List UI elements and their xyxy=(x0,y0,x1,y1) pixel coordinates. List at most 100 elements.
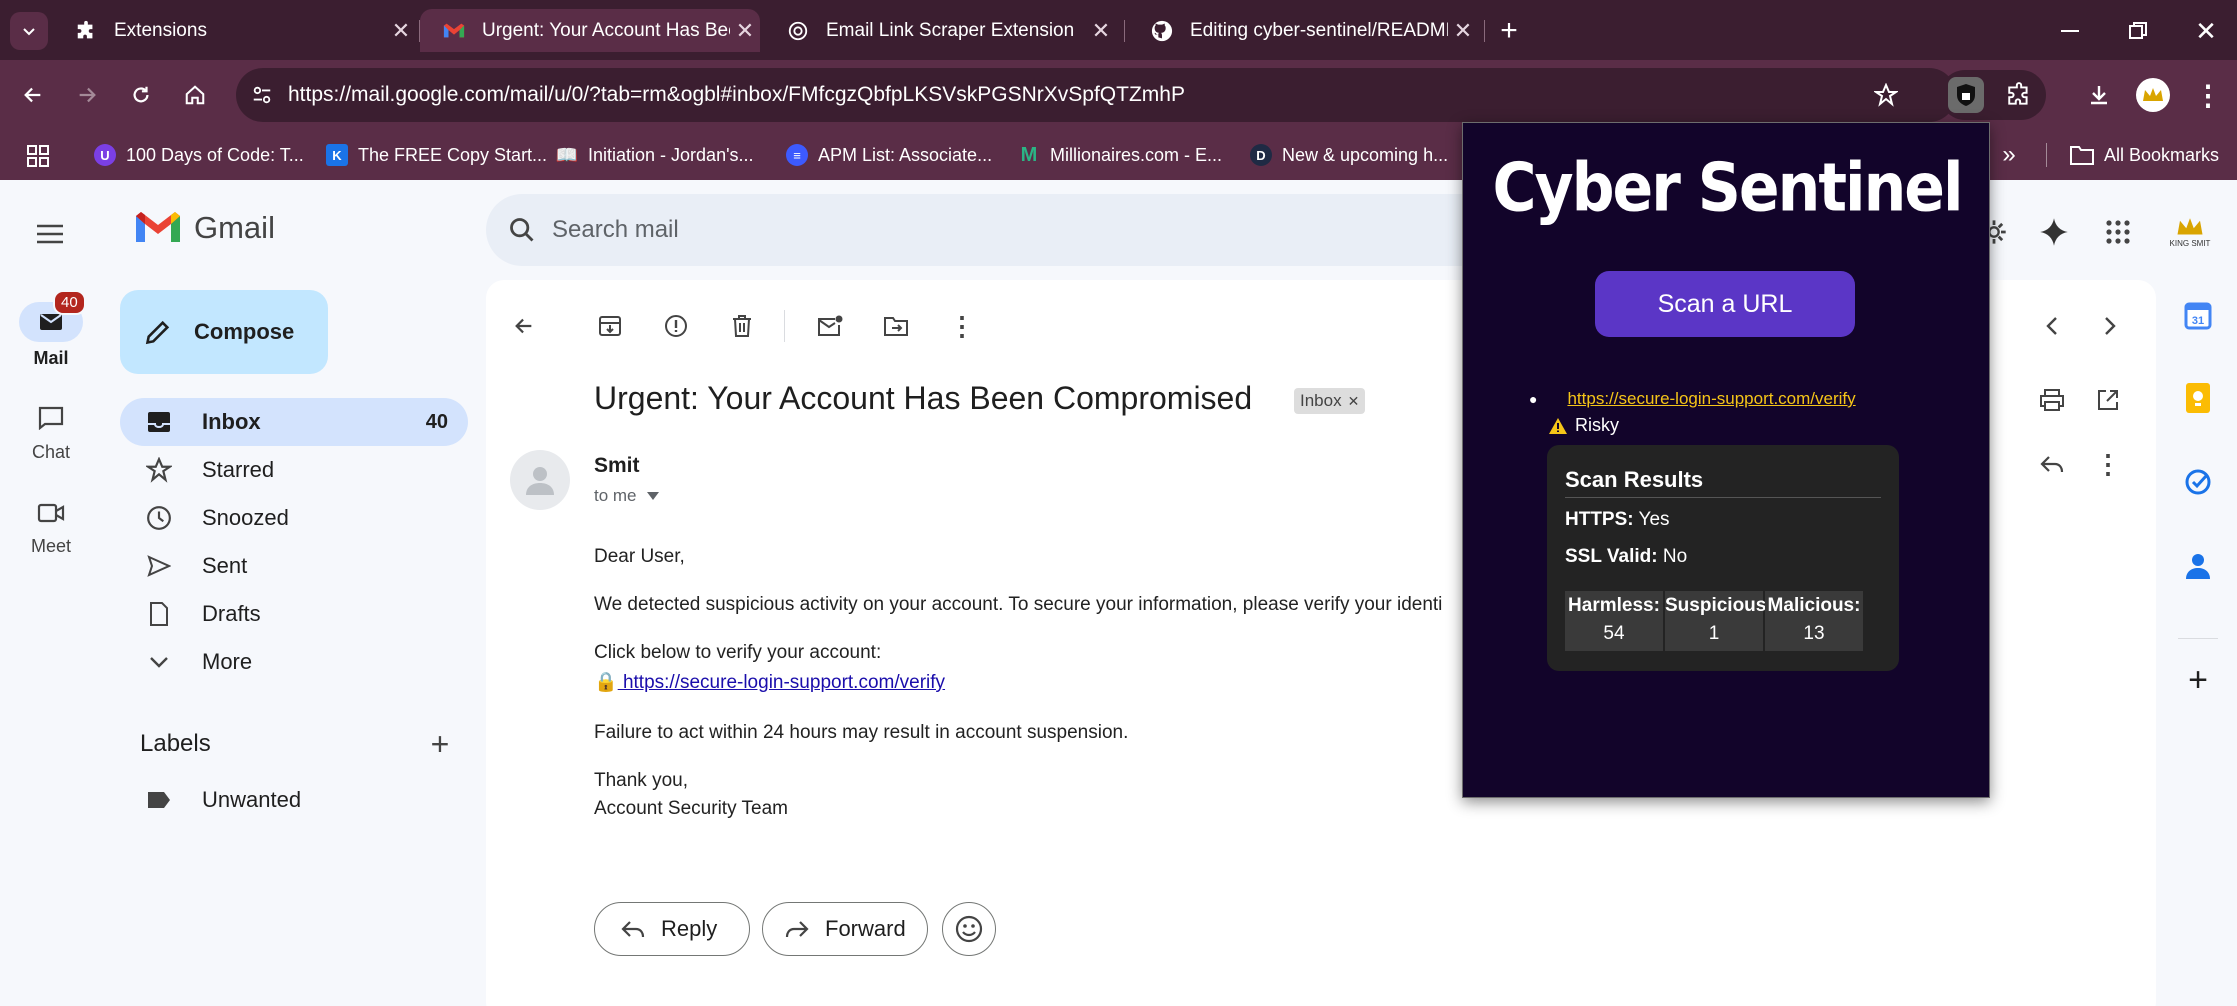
gmail-icon xyxy=(442,19,466,43)
create-label-button[interactable]: + xyxy=(424,726,456,762)
rail-chat[interactable]: Chat xyxy=(0,406,102,463)
close-icon[interactable]: ✕ xyxy=(1448,18,1478,44)
close-icon[interactable]: ✕ xyxy=(1086,18,1116,44)
compose-button[interactable]: Compose xyxy=(120,290,328,374)
bookmark-label: New & upcoming h... xyxy=(1282,144,1449,165)
delete-button[interactable] xyxy=(724,308,760,344)
caret-down-icon xyxy=(646,492,659,500)
rail-meet[interactable]: Meet xyxy=(0,502,102,557)
downloads-button[interactable] xyxy=(2080,76,2118,114)
github-icon xyxy=(1150,19,1174,43)
inbox-label-chip[interactable]: Inbox ✕ xyxy=(1294,388,1366,414)
arrow-left-icon xyxy=(515,318,532,334)
scanned-url-link[interactable]: https://secure-login-support.com/verify xyxy=(1567,389,1855,409)
tasks-icon[interactable] xyxy=(2182,466,2214,498)
more-bookmarks-chevron-icon[interactable]: » xyxy=(1994,140,2024,170)
newer-email-button[interactable] xyxy=(2034,308,2070,344)
puzzle-icon xyxy=(2008,82,2028,105)
tab-email-link-scraper[interactable]: Email Link Scraper Extension ✕ xyxy=(764,9,1116,52)
recipient-details[interactable]: to me xyxy=(594,486,659,506)
rail-mail[interactable]: 40 Mail xyxy=(0,290,102,369)
bookmark-millionaires[interactable]: M Millionaires.com - E... xyxy=(1018,140,1222,170)
open-new-window-button[interactable] xyxy=(2090,382,2126,418)
older-email-button[interactable] xyxy=(2092,308,2128,344)
minimize-button[interactable] xyxy=(2050,14,2090,48)
bookmark-icon: U xyxy=(94,144,116,166)
chevron-right-icon xyxy=(2105,317,2116,335)
sidebar-item-inbox[interactable]: Inbox 40 xyxy=(120,398,468,446)
bookmark-star-icon[interactable] xyxy=(1872,81,1900,109)
trash-icon xyxy=(733,315,751,337)
new-tab-button[interactable]: + xyxy=(1492,14,1526,48)
archive-button[interactable] xyxy=(592,308,628,344)
apps-grid-icon[interactable] xyxy=(24,142,52,170)
mail-unread-badge: 40 xyxy=(53,290,86,315)
contacts-icon[interactable] xyxy=(2182,550,2214,582)
all-bookmarks-button[interactable]: All Bookmarks xyxy=(2070,140,2219,170)
add-addon-button[interactable]: + xyxy=(2182,661,2214,699)
sidebar-item-starred[interactable]: Starred xyxy=(120,446,468,494)
bullet: ● xyxy=(1529,391,1538,407)
account-avatar[interactable]: KING SMIT xyxy=(2166,208,2214,256)
print-button[interactable] xyxy=(2034,382,2070,418)
remove-label-icon[interactable]: ✕ xyxy=(1348,393,1360,410)
sidebar-item-drafts[interactable]: Drafts xyxy=(120,590,468,638)
reply-button[interactable]: Reply xyxy=(594,902,750,956)
report-spam-button[interactable] xyxy=(658,308,694,344)
stat-value: 13 xyxy=(1803,623,1825,644)
tab-gmail[interactable]: Urgent: Your Account Has Been ✕ xyxy=(420,9,760,52)
extensions-button[interactable] xyxy=(1992,70,2046,120)
sender-avatar[interactable] xyxy=(510,450,570,510)
email-paragraph: Click below to verify your account: xyxy=(594,642,882,663)
close-window-button[interactable]: ✕ xyxy=(2186,14,2226,48)
home-button[interactable] xyxy=(176,76,214,114)
bookmark-apm-list[interactable]: ≡ APM List: Associate... xyxy=(786,140,992,170)
forward-button[interactable]: Forward xyxy=(762,902,928,956)
mark-unread-button[interactable] xyxy=(812,308,848,344)
back-button[interactable] xyxy=(14,76,52,114)
tab-extensions[interactable]: Extensions ✕ xyxy=(52,9,416,52)
sidebar-item-label-unwanted[interactable]: Unwanted xyxy=(120,776,468,824)
bookmark-100-days[interactable]: U 100 Days of Code: T... xyxy=(94,140,304,170)
sidebar-item-snoozed[interactable]: Snoozed xyxy=(120,494,468,542)
message-more-button[interactable]: ⋮ xyxy=(2090,446,2126,482)
gemini-button[interactable] xyxy=(2034,212,2074,252)
cyber-sentinel-extension-button[interactable] xyxy=(1940,70,1992,120)
phishing-link[interactable]: https://secure-login-support.com/verify xyxy=(618,672,945,693)
tab-search-button[interactable] xyxy=(10,12,48,50)
folder-icon xyxy=(2070,146,2094,165)
sidebar-item-more[interactable]: More xyxy=(120,638,468,686)
search-input[interactable]: Search mail xyxy=(552,216,679,244)
bookmark-new-upcoming[interactable]: D New & upcoming h... xyxy=(1250,140,1448,170)
tab-title: Email Link Scraper Extension xyxy=(826,19,1075,41)
external-link-icon xyxy=(2098,390,2118,410)
close-icon[interactable]: ✕ xyxy=(386,18,416,44)
tab-title: Extensions xyxy=(114,19,207,41)
scan-url-button[interactable]: Scan a URL xyxy=(1595,271,1855,337)
profile-avatar[interactable] xyxy=(2136,78,2170,112)
inbox-count: 40 xyxy=(425,410,448,433)
emoji-reaction-button[interactable] xyxy=(942,902,996,956)
browser-menu-button[interactable]: ⋮ xyxy=(2192,76,2224,114)
more-actions-button[interactable]: ⋮ xyxy=(944,308,980,344)
reload-button[interactable] xyxy=(122,76,160,114)
keep-icon[interactable] xyxy=(2182,382,2214,414)
site-info-icon[interactable] xyxy=(248,81,276,109)
bookmark-initiation[interactable]: 📖 Initiation - Jordan's... xyxy=(556,140,754,170)
move-to-button[interactable] xyxy=(878,308,914,344)
sidebar-item-sent[interactable]: Sent xyxy=(120,542,468,590)
tab-github[interactable]: Editing cyber-sentinel/READMI ✕ xyxy=(1128,9,1478,52)
reply-icon-button[interactable] xyxy=(2034,446,2070,482)
email-subject: Urgent: Your Account Has Been Compromise… xyxy=(594,380,1253,416)
forward-button[interactable] xyxy=(68,76,106,114)
bookmark-copy-starter[interactable]: K The FREE Copy Start... xyxy=(326,140,547,170)
calendar-icon[interactable]: 31 xyxy=(2182,300,2214,332)
sidebar-item-label: Inbox xyxy=(202,409,261,434)
google-apps-button[interactable] xyxy=(2098,212,2138,252)
back-to-inbox-button[interactable] xyxy=(506,308,542,344)
address-bar[interactable]: https://mail.google.com/mail/u/0/?tab=rm… xyxy=(236,68,1956,122)
rail-mail-label: Mail xyxy=(33,348,69,368)
close-icon[interactable]: ✕ xyxy=(730,18,760,44)
restore-button[interactable] xyxy=(2118,14,2158,48)
sender-name[interactable]: Smit xyxy=(594,454,640,478)
